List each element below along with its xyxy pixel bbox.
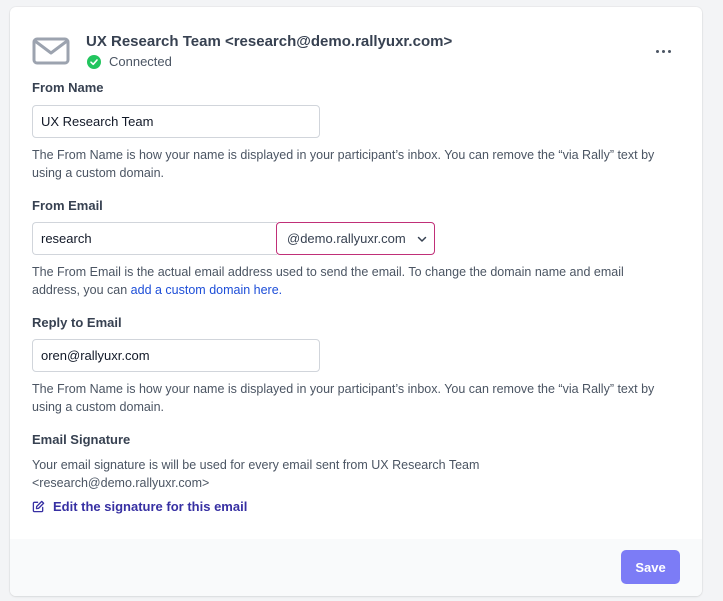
email-domain-value: @demo.rallyuxr.com [287,231,406,246]
edit-signature-link[interactable]: Edit the signature for this email [32,499,247,514]
edit-signature-label: Edit the signature for this email [53,499,248,514]
from-name-help: The From Name is how your name is displa… [32,148,655,180]
email-settings-card: UX Research Team <research@demo.rallyuxr… [10,7,702,596]
signature-label: Email Signature [32,432,131,447]
reply-to-help: The From Name is how your name is displa… [32,382,655,414]
add-custom-domain-link[interactable]: add a custom domain here. [131,283,282,297]
reply-to-input[interactable]: oren@rallyuxr.com [32,339,320,372]
from-name-input[interactable]: UX Research Team [32,105,320,138]
mail-icon [32,37,70,65]
more-horizontal-icon [655,49,659,53]
connection-status: Connected [87,54,172,69]
save-button[interactable]: Save [621,550,680,584]
email-domain-select[interactable]: @demo.rallyuxr.com [276,222,435,255]
edit-icon [32,500,45,513]
from-email-label: From Email [32,198,103,213]
more-options-button[interactable] [650,43,676,59]
card-header: UX Research Team <research@demo.rallyuxr… [10,7,702,77]
from-email-help-text: The From Email is the actual email addre… [32,265,624,297]
check-circle-icon [87,54,101,69]
signature-help: Your email signature is will be used for… [32,458,480,490]
chevron-down-icon [417,236,426,242]
from-email-help: The From Email is the actual email addre… [32,263,672,299]
from-name-label: From Name [32,80,104,95]
reply-to-label: Reply to Email [32,315,122,330]
card-footer [10,539,702,596]
from-email-local-input[interactable]: research [32,222,277,255]
status-text: Connected [109,54,172,69]
sender-title: UX Research Team <research@demo.rallyuxr… [86,33,453,50]
